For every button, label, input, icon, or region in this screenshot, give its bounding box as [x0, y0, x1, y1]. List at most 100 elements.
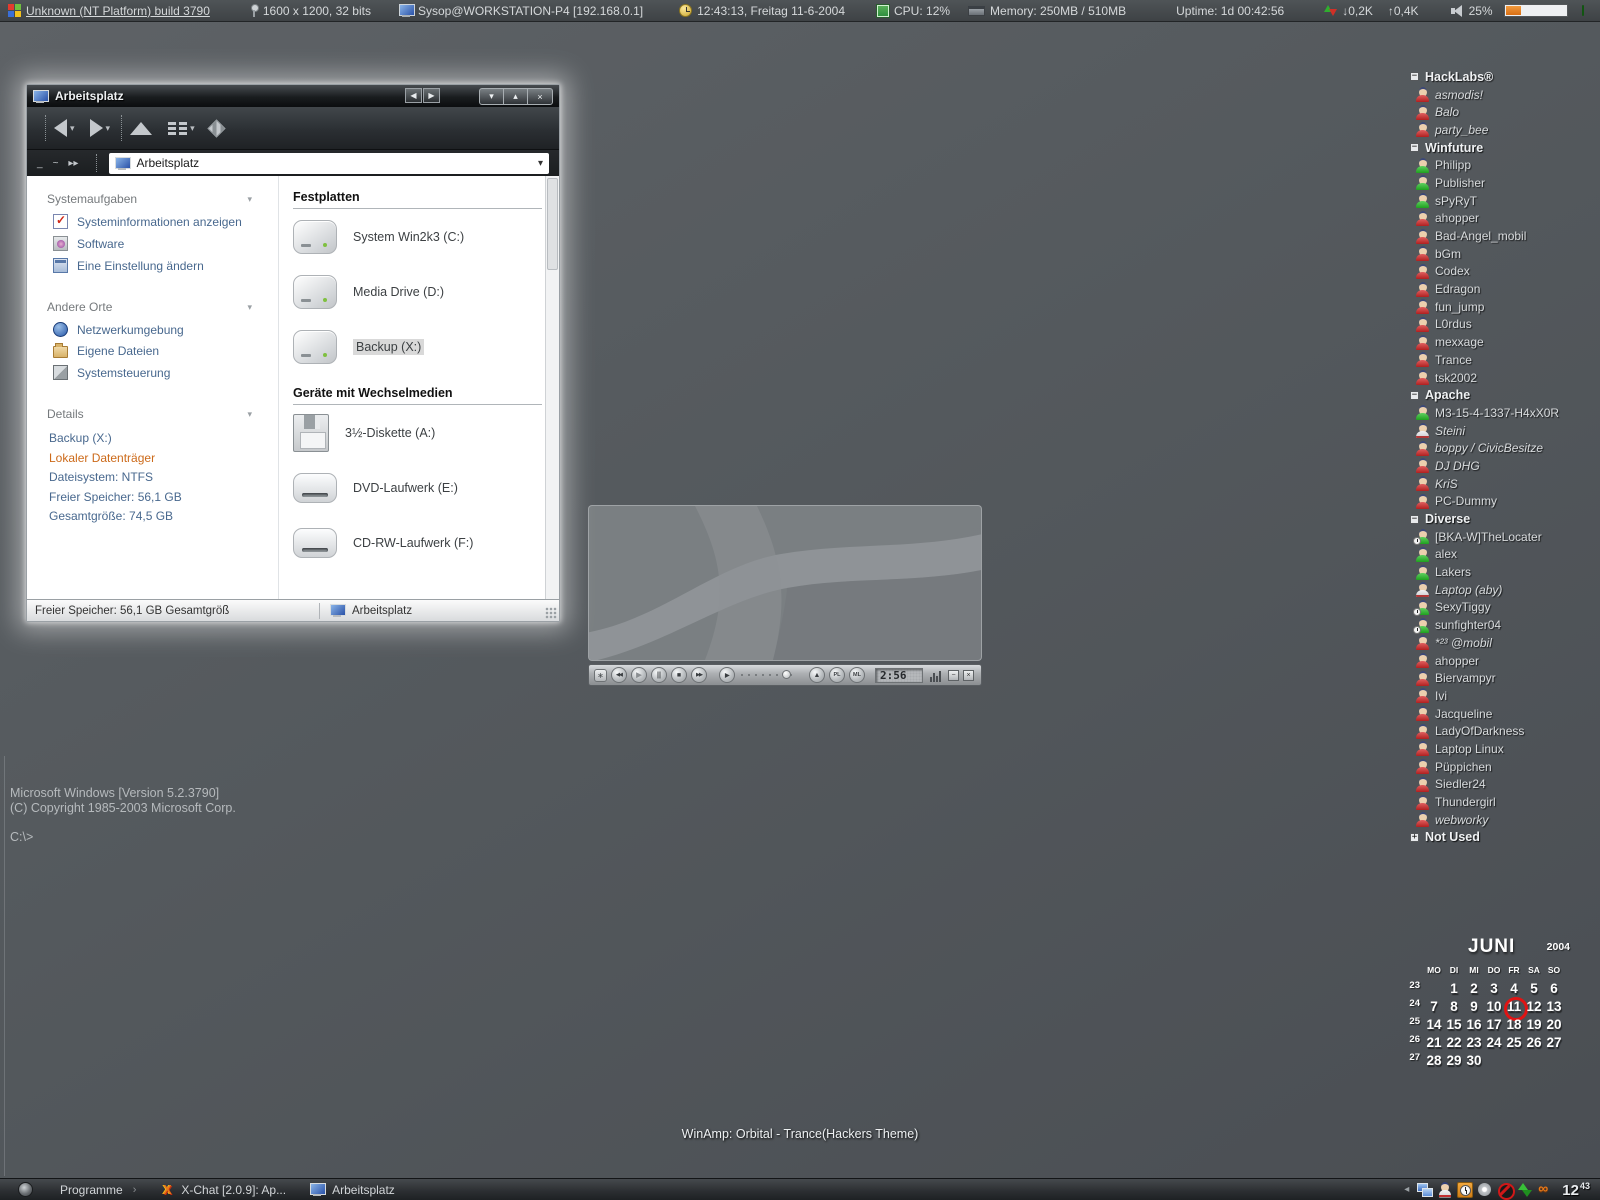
contact-row[interactable]: [BKA-W]TheLocater [1408, 528, 1598, 546]
contact-row[interactable]: ahopper [1408, 652, 1598, 670]
chevron-down-icon[interactable]: ▾ [247, 409, 252, 420]
contact-row[interactable]: Ivi [1408, 687, 1598, 705]
os-build-item[interactable]: Unknown (NT Platform) build 3790 [8, 4, 210, 18]
buddy-icon[interactable] [1437, 1181, 1453, 1198]
contact-row[interactable]: M3-15-4-1337-H4xX0R [1408, 404, 1598, 422]
forward-dropdown-icon[interactable]: ▾ [106, 123, 111, 134]
contact-group-header[interactable]: − Apache [1408, 386, 1598, 404]
cd-icon[interactable] [1477, 1182, 1493, 1198]
contact-row[interactable]: LadyOfDarkness [1408, 722, 1598, 740]
contact-row[interactable]: Steini [1408, 422, 1598, 440]
contact-row[interactable]: alex [1408, 546, 1598, 564]
sidebar-item-systemsteuerung[interactable]: Systemsteuerung [53, 365, 278, 380]
previous-button[interactable] [611, 667, 627, 683]
contact-row[interactable]: SexyTiggy [1408, 599, 1598, 617]
start-button[interactable] [18, 1182, 33, 1197]
contact-row[interactable]: KriS [1408, 475, 1598, 493]
contact-group-header[interactable]: − Winfuture [1408, 139, 1598, 157]
taskbar-task-arbeitsplatz[interactable]: Arbeitsplatz [310, 1183, 395, 1197]
address-dropdown-icon[interactable]: ▾ [538, 158, 543, 169]
views-dropdown-icon[interactable]: ▾ [190, 123, 195, 134]
eject-button[interactable] [809, 667, 825, 683]
addr-restore-button[interactable]: ~ [53, 158, 59, 169]
forward-button[interactable] [89, 119, 103, 137]
group-toggle-icon[interactable]: + [1410, 832, 1419, 842]
contact-row[interactable]: L0rdus [1408, 316, 1598, 334]
contact-row[interactable]: webworky [1408, 811, 1598, 829]
contact-row[interactable]: Thundergirl [1408, 793, 1598, 811]
group-toggle-icon[interactable]: − [1410, 143, 1419, 153]
contact-row[interactable]: Publisher [1408, 174, 1598, 192]
drive-item-f[interactable]: CD-RW-Laufwerk (F:) [293, 515, 545, 570]
contact-row[interactable]: mexxage [1408, 333, 1598, 351]
contact-group-header[interactable]: − Diverse [1408, 510, 1598, 528]
sidebar-item-software[interactable]: Software [53, 236, 278, 251]
contact-row[interactable]: fun_jump [1408, 298, 1598, 316]
address-combo[interactable]: Arbeitsplatz ▾ [109, 152, 549, 174]
volume-knob[interactable] [782, 670, 791, 679]
contact-row[interactable]: PC-Dummy [1408, 493, 1598, 511]
network-icon[interactable] [1417, 1182, 1434, 1198]
contact-row[interactable]: Biervampyr [1408, 669, 1598, 687]
contact-row[interactable]: Siedler24 [1408, 776, 1598, 794]
next-button[interactable] [691, 667, 707, 683]
sidebar-item-systeminfo[interactable]: Systeminformationen anzeigen [53, 213, 278, 229]
contact-row[interactable]: tsk2002 [1408, 369, 1598, 387]
tray-collapse-icon[interactable]: ◂ [1404, 1184, 1409, 1195]
explorer-titlebar[interactable]: Arbeitsplatz ◀ ▶ ▾ ▴ × [27, 85, 559, 107]
programme-menu[interactable]: Programme [60, 1183, 123, 1197]
nav-next-button[interactable]: ▶ [423, 88, 440, 103]
drive-item-e[interactable]: DVD-Laufwerk (E:) [293, 460, 545, 515]
contact-row[interactable]: Püppichen [1408, 758, 1598, 776]
drive-item-x-selected[interactable]: Backup (X:) [293, 319, 545, 374]
sidebar-item-eigene-dateien[interactable]: Eigene Dateien [53, 343, 278, 358]
contact-row[interactable]: DJ DHG [1408, 457, 1598, 475]
folder-sync-icon[interactable] [206, 118, 226, 138]
vertical-scrollbar[interactable] [545, 176, 559, 599]
pause-button[interactable] [651, 667, 667, 683]
clock-icon[interactable] [1457, 1181, 1474, 1198]
sidebar-item-einstellung[interactable]: Eine Einstellung ändern [53, 258, 278, 273]
player-close-button[interactable]: × [963, 669, 974, 681]
player-menu-button[interactable] [594, 668, 607, 682]
back-dropdown-icon[interactable]: ▾ [70, 123, 75, 134]
player-volume-slider[interactable] [741, 670, 797, 679]
contact-row[interactable]: Trance [1408, 351, 1598, 369]
group-toggle-icon[interactable]: − [1410, 72, 1419, 82]
contact-row[interactable]: Edragon [1408, 280, 1598, 298]
contact-group-header[interactable]: − HackLabs® [1408, 68, 1598, 86]
nav-prev-button[interactable]: ◀ [405, 88, 422, 103]
contact-row[interactable]: *²³ @mobil [1408, 634, 1598, 652]
group-toggle-icon[interactable]: − [1410, 390, 1419, 400]
contact-row[interactable]: Balo [1408, 103, 1598, 121]
contact-row[interactable]: Laptop Linux [1408, 740, 1598, 758]
contact-row[interactable]: asmodis! [1408, 86, 1598, 104]
play-button[interactable] [631, 667, 647, 683]
views-icon[interactable] [168, 121, 187, 135]
group-toggle-icon[interactable]: − [1410, 514, 1419, 524]
taskbar-clock[interactable]: 1243 [1562, 1181, 1590, 1199]
close-button[interactable]: × [528, 89, 552, 104]
app-icon[interactable] [1537, 1180, 1553, 1198]
sidebar-item-netzwerkumgebung[interactable]: Netzwerkumgebung [53, 322, 278, 337]
chevron-down-icon[interactable]: ▾ [247, 302, 252, 313]
contact-row[interactable]: boppy / CivicBesitze [1408, 439, 1598, 457]
contact-row[interactable]: sPyRyT [1408, 192, 1598, 210]
mute-icon[interactable] [1497, 1182, 1516, 1200]
chevron-down-icon[interactable]: ▾ [247, 194, 252, 205]
contact-row[interactable]: Laptop (aby) [1408, 581, 1598, 599]
contact-row[interactable]: ahopper [1408, 210, 1598, 228]
player-minimize-button[interactable]: − [948, 669, 959, 681]
section-header-details[interactable]: Details ▾ [47, 407, 252, 421]
updown-icon[interactable] [1517, 1182, 1533, 1198]
contact-row[interactable]: Lakers [1408, 563, 1598, 581]
contact-row[interactable]: sunfighter04 [1408, 616, 1598, 634]
playlist-button[interactable]: PL [829, 667, 845, 683]
contact-row[interactable]: bGm [1408, 245, 1598, 263]
section-header-systemaufgaben[interactable]: Systemaufgaben ▾ [47, 192, 252, 206]
medialib-button[interactable]: ML [849, 667, 865, 683]
volume-button[interactable] [719, 667, 735, 683]
volume-slider[interactable] [1503, 4, 1568, 17]
contact-row[interactable]: party_bee [1408, 121, 1598, 139]
addr-expand-button[interactable]: ▸▸ [68, 158, 78, 169]
